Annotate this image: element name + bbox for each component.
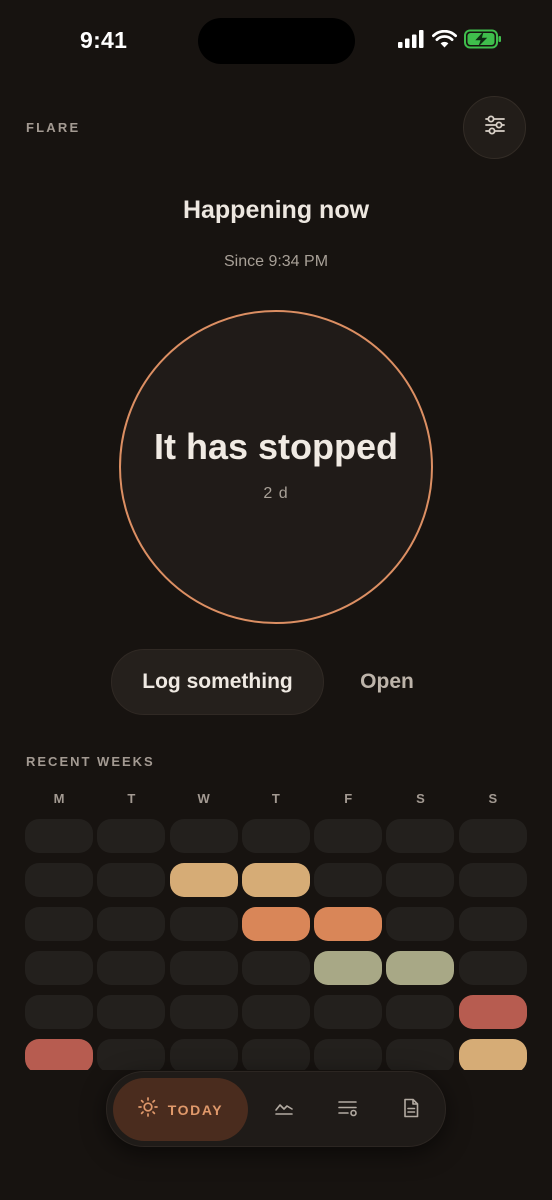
day-cell[interactable] xyxy=(241,1039,310,1070)
app-screen: 9:41 FLARE Happening now Since 9:34 PM I… xyxy=(0,0,552,1200)
day-cell-sage[interactable] xyxy=(314,951,383,985)
day-cell[interactable] xyxy=(169,995,238,1029)
weekday-label: T xyxy=(127,791,136,806)
sliders-icon xyxy=(484,115,506,140)
day-cell-orange[interactable] xyxy=(241,907,310,941)
day-cell[interactable] xyxy=(241,995,310,1029)
weekday-label: S xyxy=(416,791,425,806)
day-cell[interactable] xyxy=(458,951,527,985)
day-cell[interactable] xyxy=(386,907,455,941)
nav-today-tab[interactable]: TODAY xyxy=(113,1078,248,1141)
day-cell[interactable] xyxy=(97,907,166,941)
day-cell[interactable] xyxy=(241,951,310,985)
day-cell-red[interactable] xyxy=(25,1039,93,1070)
ring-title: It has stopped xyxy=(153,426,399,467)
filter-button[interactable] xyxy=(463,96,526,159)
weekday-label: F xyxy=(344,791,353,806)
day-cell[interactable] xyxy=(25,995,93,1029)
trend-line-icon xyxy=(274,1099,294,1122)
dynamic-island xyxy=(198,18,355,64)
recent-weeks-label: RECENT WEEKS xyxy=(26,754,155,769)
nav-report-tab[interactable] xyxy=(399,1098,423,1122)
day-cell[interactable] xyxy=(97,819,166,853)
document-icon xyxy=(402,1098,420,1123)
weekday-label: S xyxy=(488,791,498,806)
open-button[interactable]: Open xyxy=(345,649,429,715)
day-cell[interactable] xyxy=(314,863,383,897)
recent-weeks-grid xyxy=(25,819,527,1070)
day-cell[interactable] xyxy=(458,907,527,941)
day-cell[interactable] xyxy=(386,819,455,853)
weekday-label: M xyxy=(53,791,65,806)
day-cell[interactable] xyxy=(314,995,383,1029)
day-cell[interactable] xyxy=(386,863,455,897)
day-cell[interactable] xyxy=(97,951,166,985)
bottom-nav: TODAY xyxy=(106,1071,446,1147)
day-cell-sand[interactable] xyxy=(458,1039,527,1070)
day-cell[interactable] xyxy=(25,951,93,985)
day-cell[interactable] xyxy=(169,819,238,853)
day-cell[interactable] xyxy=(314,819,383,853)
since-time: Since 9:34 PM xyxy=(223,253,329,270)
nav-today-label: TODAY xyxy=(167,1101,224,1118)
day-cell[interactable] xyxy=(169,951,238,985)
weekday-label: T xyxy=(271,791,280,806)
day-cell[interactable] xyxy=(97,1039,166,1070)
signal-icon xyxy=(398,29,425,53)
status-time: 9:41 xyxy=(80,27,128,53)
ring-duration: 2 d xyxy=(263,485,289,502)
day-cell[interactable] xyxy=(241,819,310,853)
day-cell[interactable] xyxy=(314,1039,383,1070)
day-cell[interactable] xyxy=(25,863,93,897)
battery-charging-icon xyxy=(464,29,502,54)
day-cell[interactable] xyxy=(25,819,93,853)
nav-trends-tab[interactable] xyxy=(272,1098,296,1122)
day-cell-orange[interactable] xyxy=(314,907,383,941)
day-cell-sand[interactable] xyxy=(241,863,310,897)
day-cell[interactable] xyxy=(97,863,166,897)
day-cell-sage[interactable] xyxy=(386,951,455,985)
day-cell[interactable] xyxy=(386,995,455,1029)
day-cell[interactable] xyxy=(458,819,527,853)
day-cell[interactable] xyxy=(458,863,527,897)
day-cell[interactable] xyxy=(25,907,93,941)
log-something-button[interactable]: Log something xyxy=(111,649,324,715)
day-cell[interactable] xyxy=(169,907,238,941)
weekday-headers: M T W T F S S xyxy=(25,791,527,806)
day-cell-red[interactable] xyxy=(458,995,527,1029)
app-name: FLARE xyxy=(26,120,81,135)
day-cell[interactable] xyxy=(97,995,166,1029)
recent-weeks-grid-viewport[interactable] xyxy=(25,819,527,1070)
list-settings-icon xyxy=(337,1099,359,1122)
day-cell[interactable] xyxy=(169,1039,238,1070)
nav-log-tab[interactable] xyxy=(336,1098,360,1122)
day-cell-sand[interactable] xyxy=(169,863,238,897)
weekday-label: W xyxy=(197,791,210,806)
sun-icon xyxy=(137,1097,158,1122)
status-icons xyxy=(398,29,502,54)
status-headline: Happening now xyxy=(182,196,370,224)
day-cell[interactable] xyxy=(386,1039,455,1070)
wifi-icon xyxy=(432,29,457,53)
